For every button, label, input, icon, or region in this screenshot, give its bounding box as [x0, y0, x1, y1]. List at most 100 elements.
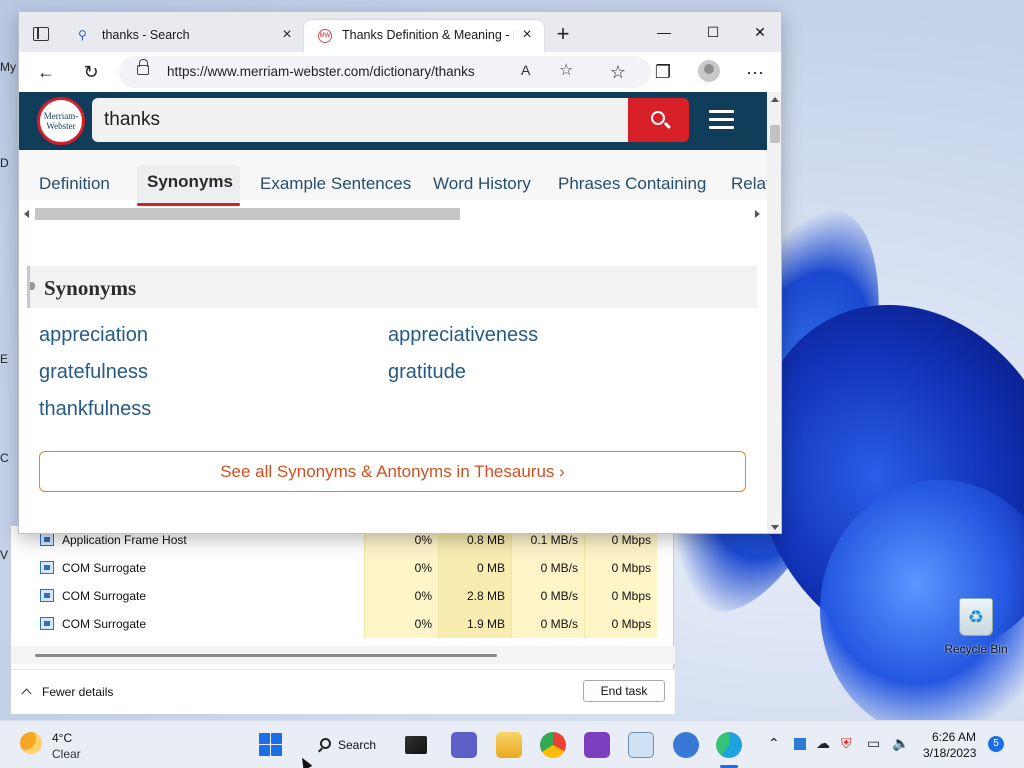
process-icon — [40, 561, 54, 574]
fewer-details-toggle[interactable]: Fewer details — [21, 685, 113, 699]
search-input[interactable] — [92, 98, 628, 142]
desktop-icon-label-fragment[interactable]: My — [0, 60, 16, 74]
network-icon[interactable]: ▭ — [867, 735, 880, 752]
disk-cell: 0 MB/s — [511, 582, 584, 610]
close-window-button[interactable]: ✕ — [749, 22, 771, 44]
desktop-icon-label-fragment[interactable]: V — [0, 548, 8, 562]
section-marker — [30, 282, 35, 290]
close-tab-icon[interactable]: × — [518, 26, 536, 44]
horizontal-scrollbar[interactable] — [19, 206, 767, 222]
search-button[interactable] — [628, 98, 689, 142]
tab-merriam-webster[interactable]: MW Thanks Definition & Meaning - Merriam… — [304, 20, 544, 52]
network-cell: 0 Mbps — [584, 582, 657, 610]
tab-example-sentences[interactable]: Example Sentences — [260, 174, 411, 194]
tab-synonyms[interactable]: Synonyms — [147, 172, 233, 192]
tray-app-icon[interactable] — [794, 738, 806, 750]
taskbar: 4°C Clear Search ⌃ ☁ ⛨ ▭ 🔈 6:26 AM 3/18/… — [0, 720, 1024, 768]
desktop-icon-label-fragment[interactable]: C — [0, 451, 9, 465]
table-row[interactable]: COM Surrogate 0% 2.8 MB 0 MB/s 0 Mbps — [11, 582, 675, 610]
scroll-down-icon[interactable] — [771, 525, 779, 530]
file-explorer-icon[interactable] — [496, 732, 522, 758]
scrollbar-thumb[interactable] — [770, 125, 780, 143]
chevron-up-icon — [21, 688, 32, 699]
back-button[interactable]: ← — [33, 59, 59, 85]
resource-monitor-icon[interactable] — [628, 732, 654, 758]
scroll-up-icon[interactable] — [771, 97, 779, 102]
merriam-webster-logo[interactable]: Merriam- Webster — [37, 97, 85, 145]
synonym-link[interactable]: appreciation — [39, 324, 148, 347]
chrome-icon[interactable] — [540, 732, 566, 758]
address-bar[interactable]: https://www.merriam-webster.com/dictiona… — [119, 56, 651, 88]
browser-window[interactable]: ⚲ thanks - Search × MW Thanks Definition… — [18, 11, 782, 534]
memory-cell: 0 MB — [438, 554, 511, 582]
table-row[interactable]: COM Surrogate 0% 1.9 MB 0 MB/s 0 Mbps — [11, 610, 675, 638]
collections-icon[interactable]: ❐ — [650, 59, 676, 85]
search-icon — [651, 111, 665, 125]
security-icon[interactable]: ⛨ — [841, 735, 852, 752]
url-text[interactable]: https://www.merriam-webster.com/dictiona… — [167, 64, 475, 79]
cpu-cell: 0% — [364, 582, 438, 610]
maximize-button[interactable]: ☐ — [702, 22, 724, 44]
synonym-link[interactable]: gratefulness — [39, 361, 148, 384]
see-all-thesaurus-button[interactable]: See all Synonyms & Antonyms in Thesaurus… — [39, 451, 746, 492]
taskbar-search-label: Search — [338, 738, 377, 752]
tab-related[interactable]: Relat — [731, 174, 767, 194]
new-tab-button[interactable]: + — [552, 23, 574, 45]
taskbar-search[interactable]: Search — [312, 732, 384, 758]
weather-condition[interactable]: Clear — [52, 747, 81, 761]
scrollbar-thumb[interactable] — [35, 208, 460, 220]
qbittorrent-icon[interactable] — [673, 732, 699, 758]
synonym-link[interactable]: appreciativeness — [388, 324, 538, 347]
teams-chat-icon[interactable] — [451, 732, 477, 758]
process-name: Application Frame Host — [62, 533, 187, 547]
clock-date[interactable]: 3/18/2023 — [923, 746, 976, 760]
tab-search[interactable]: ⚲ thanks - Search × — [64, 20, 304, 52]
start-button[interactable] — [258, 732, 284, 758]
tab-word-history[interactable]: Word History — [433, 174, 531, 194]
clock-time[interactable]: 6:26 AM — [932, 730, 976, 744]
refresh-button[interactable]: ↻ — [78, 59, 104, 85]
notification-badge[interactable]: 5 — [988, 736, 1004, 752]
hamburger-menu-icon[interactable] — [709, 110, 734, 130]
favorites-icon[interactable]: ☆ — [605, 59, 631, 85]
volume-icon[interactable]: 🔈 — [892, 735, 909, 752]
table-row[interactable]: COM Surrogate 0% 0 MB 0 MB/s 0 Mbps — [11, 554, 675, 582]
task-manager-footer: Fewer details End task — [11, 669, 675, 714]
synonym-link[interactable]: gratitude — [388, 361, 466, 384]
add-favorite-icon[interactable]: ☆ — [559, 60, 573, 80]
disk-cell: 0 MB/s — [511, 554, 584, 582]
lock-icon[interactable] — [137, 59, 149, 75]
profile-avatar[interactable] — [698, 60, 720, 82]
close-tab-icon[interactable]: × — [278, 26, 296, 44]
vertical-scrollbar[interactable] — [767, 92, 781, 533]
weather-moon-icon[interactable] — [20, 732, 42, 754]
weather-temperature[interactable]: 4°C — [52, 731, 72, 745]
onedrive-icon[interactable]: ☁ — [816, 735, 830, 752]
synonym-link[interactable]: thankfulness — [39, 398, 151, 421]
scroll-left-icon[interactable] — [24, 210, 29, 218]
memory-cell: 1.9 MB — [438, 610, 511, 638]
browser-toolbar: ← ↻ https://www.merriam-webster.com/dict… — [19, 52, 781, 92]
edge-icon[interactable] — [716, 732, 742, 758]
tab-definition[interactable]: Definition — [39, 174, 110, 194]
logo-text-top: Merriam- — [43, 111, 79, 121]
scrollbar-thumb[interactable] — [35, 654, 497, 657]
recycle-bin[interactable]: ♻ Recycle Bin — [940, 598, 1012, 658]
more-menu-button[interactable]: ··· — [742, 59, 768, 85]
process-name: COM Surrogate — [62, 617, 147, 631]
minimize-button[interactable]: — — [653, 22, 675, 44]
desktop-icon-label-fragment[interactable]: E — [0, 352, 8, 366]
task-view-icon[interactable] — [405, 736, 427, 754]
search-icon — [320, 738, 331, 749]
scroll-right-icon[interactable] — [755, 210, 760, 218]
task-manager-window[interactable]: Application Frame Host 0% 0.8 MB 0.1 MB/… — [10, 525, 675, 714]
tab-title: thanks - Search — [102, 28, 190, 42]
vertical-tabs-icon[interactable] — [33, 27, 49, 41]
desktop-icon-label-fragment[interactable]: D — [0, 156, 9, 170]
end-task-button[interactable]: End task — [583, 680, 665, 702]
process-icon — [40, 589, 54, 602]
chevron-up-icon[interactable]: ⌃ — [768, 735, 780, 752]
tab-phrases-containing[interactable]: Phrases Containing — [558, 174, 706, 194]
read-aloud-icon[interactable]: A — [521, 62, 530, 78]
visual-studio-icon[interactable] — [584, 732, 610, 758]
